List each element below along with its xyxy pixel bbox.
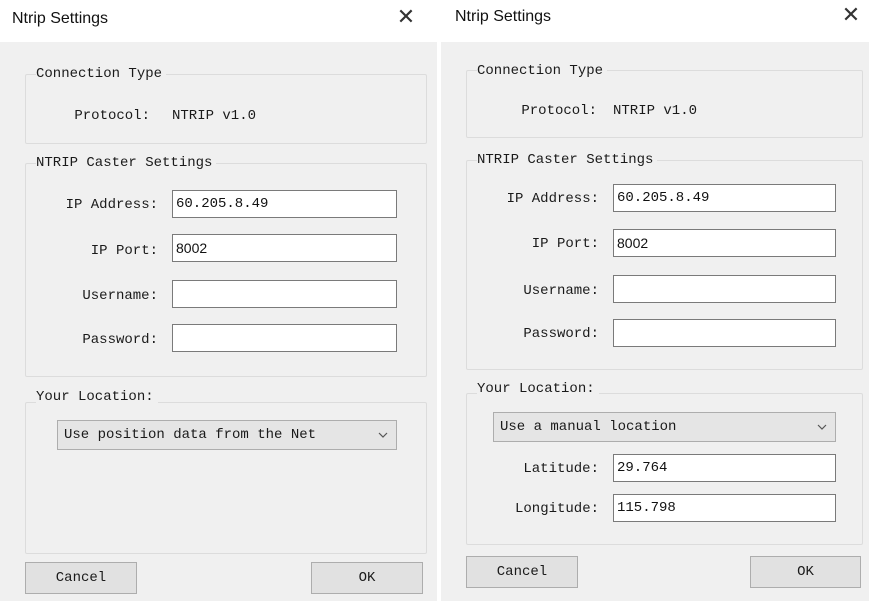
username-label: Username: [82,288,158,304]
title-bar: Ntrip Settings ✕ [0,0,437,42]
ok-button[interactable]: OK [750,556,861,588]
ok-button[interactable]: OK [311,562,423,594]
ip-address-label: IP Address: [65,197,158,213]
cancel-button[interactable]: Cancel [25,562,137,594]
password-field[interactable] [172,324,397,352]
ip-port-field[interactable]: 8002 [172,234,397,262]
chevron-down-icon [817,424,827,430]
username-label: Username: [523,283,599,299]
ntrip-settings-dialog-net: Ntrip Settings ✕ Connection Type Protoco… [0,0,437,601]
ip-address-label: IP Address: [506,191,599,207]
longitude-label: Longitude: [514,501,599,517]
location-title: Your Location: [477,380,599,398]
connection-type-title: Connection Type [477,62,608,80]
location-title: Your Location: [36,388,158,406]
title-bar: Ntrip Settings ✕ [441,0,869,42]
location-mode-select[interactable]: Use position data from the Net [57,420,397,450]
location-mode-value: Use position data from the Net [64,427,317,443]
location-mode-select[interactable]: Use a manual location [493,412,836,442]
close-icon[interactable]: ✕ [837,2,865,30]
chevron-down-icon [378,432,388,438]
dialog-title: Ntrip Settings [12,10,109,27]
ip-port-field[interactable]: 8002 [613,229,836,257]
username-field[interactable] [613,275,836,303]
password-label: Password: [82,332,158,348]
caster-settings-title: NTRIP Caster Settings [477,151,658,169]
latitude-label: Latitude: [523,461,599,477]
caster-settings-title: NTRIP Caster Settings [36,154,217,172]
ip-address-field[interactable]: 60.205.8.49 [172,190,397,218]
ip-port-label: IP Port: [90,243,158,259]
ip-address-field[interactable]: 60.205.8.49 [613,184,836,212]
protocol-label: Protocol: [74,108,150,124]
ip-port-label: IP Port: [531,236,599,252]
protocol-label: Protocol: [521,103,597,119]
location-mode-value: Use a manual location [500,419,677,435]
latitude-field[interactable]: 29.764 [613,454,836,482]
connection-type-title: Connection Type [36,65,167,83]
dialog-title: Ntrip Settings [455,8,552,25]
protocol-value: NTRIP v1.0 [613,103,698,119]
protocol-value: NTRIP v1.0 [172,108,257,124]
cancel-button[interactable]: Cancel [466,556,578,588]
username-field[interactable] [172,280,397,308]
longitude-field[interactable]: 115.798 [613,494,836,522]
password-label: Password: [523,326,599,342]
password-field[interactable] [613,319,836,347]
close-icon[interactable]: ✕ [392,4,420,32]
ntrip-settings-dialog-manual: Ntrip Settings ✕ Connection Type Protoco… [441,0,869,601]
